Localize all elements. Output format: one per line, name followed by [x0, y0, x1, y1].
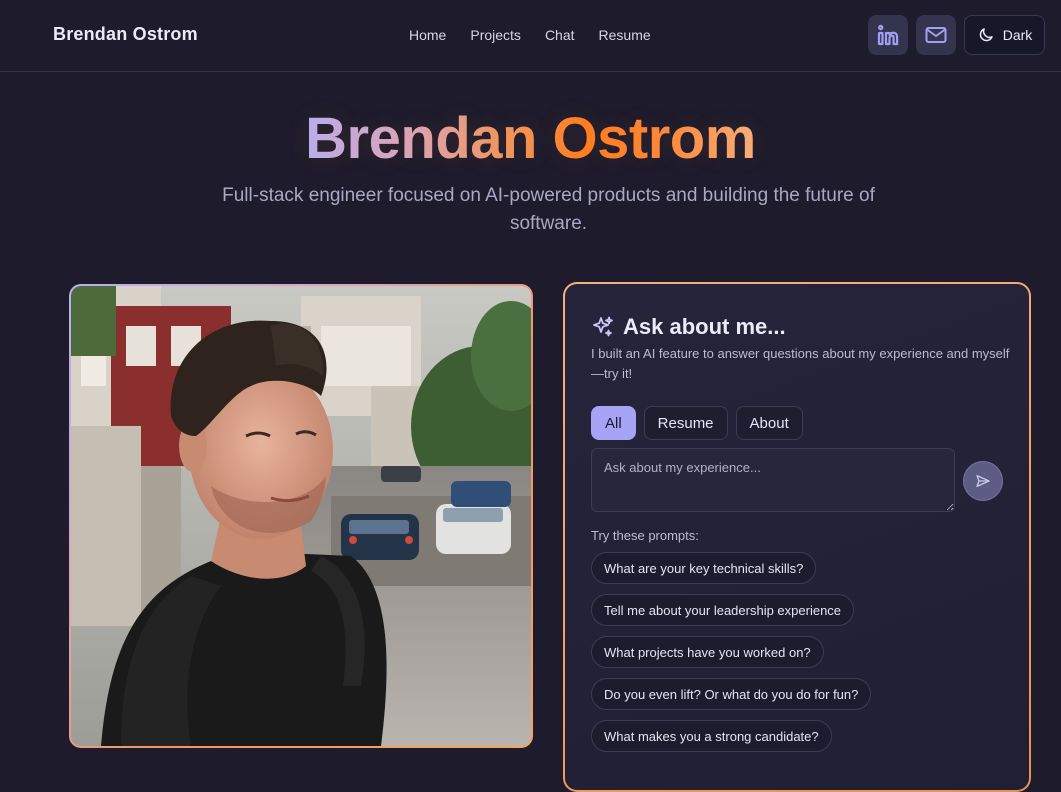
- profile-photo-illustration: [71, 286, 531, 746]
- filter-resume[interactable]: Resume: [643, 406, 728, 440]
- linkedin-icon: [877, 24, 899, 46]
- nav-link-home[interactable]: Home: [409, 27, 446, 43]
- hero-subtitle: Full-stack engineer focused on AI-powere…: [222, 185, 875, 234]
- prompt-technical-skills[interactable]: What are your key technical skills?: [591, 552, 817, 584]
- send-button[interactable]: [963, 461, 1003, 501]
- profile-photo: [71, 286, 531, 746]
- chat-filter-tabs: All Resume About: [591, 406, 803, 440]
- theme-toggle-label: Dark: [1002, 27, 1033, 43]
- hero-title: Brendan Ostrom: [0, 104, 1061, 174]
- prompts-label: Try these prompts:: [591, 528, 699, 543]
- chat-question-input[interactable]: [591, 448, 955, 512]
- profile-photo-card: [69, 284, 533, 748]
- navbar: Brendan Ostrom Home Projects Chat Resume…: [0, 0, 1061, 72]
- linkedin-button[interactable]: [868, 15, 908, 55]
- mail-button[interactable]: [916, 15, 956, 55]
- brand-name[interactable]: Brendan Ostrom: [53, 24, 198, 45]
- prompt-suggestions: What are your key technical skills? Tell…: [591, 552, 872, 752]
- theme-toggle-button[interactable]: Dark: [964, 15, 1045, 55]
- prompt-fun[interactable]: Do you even lift? Or what do you do for …: [591, 678, 872, 710]
- chat-title-text: Ask about me...: [623, 314, 786, 339]
- prompt-projects[interactable]: What projects have you worked on?: [591, 636, 824, 668]
- nav-link-projects[interactable]: Projects: [470, 27, 521, 43]
- prompt-strong-candidate[interactable]: What makes you a strong candidate?: [591, 720, 832, 752]
- hero-title-text: Brendan Ostrom: [305, 106, 756, 171]
- mail-icon: [925, 27, 947, 43]
- sparkles-icon: [593, 316, 613, 337]
- nav-link-chat[interactable]: Chat: [545, 27, 575, 43]
- chat-card: Ask about me... I built an AI feature to…: [563, 282, 1031, 792]
- send-icon: [976, 475, 990, 487]
- nav-link-resume[interactable]: Resume: [599, 27, 651, 43]
- filter-about[interactable]: About: [735, 406, 803, 440]
- nav-links: Home Projects Chat Resume: [409, 27, 651, 43]
- chat-panel: Ask about me... I built an AI feature to…: [565, 284, 1029, 790]
- chat-title: Ask about me...: [591, 314, 786, 340]
- chat-description: I built an AI feature to answer question…: [591, 346, 1010, 381]
- prompt-leadership[interactable]: Tell me about your leadership experience: [591, 594, 855, 626]
- filter-all[interactable]: All: [591, 406, 636, 440]
- moon-icon: [979, 28, 993, 42]
